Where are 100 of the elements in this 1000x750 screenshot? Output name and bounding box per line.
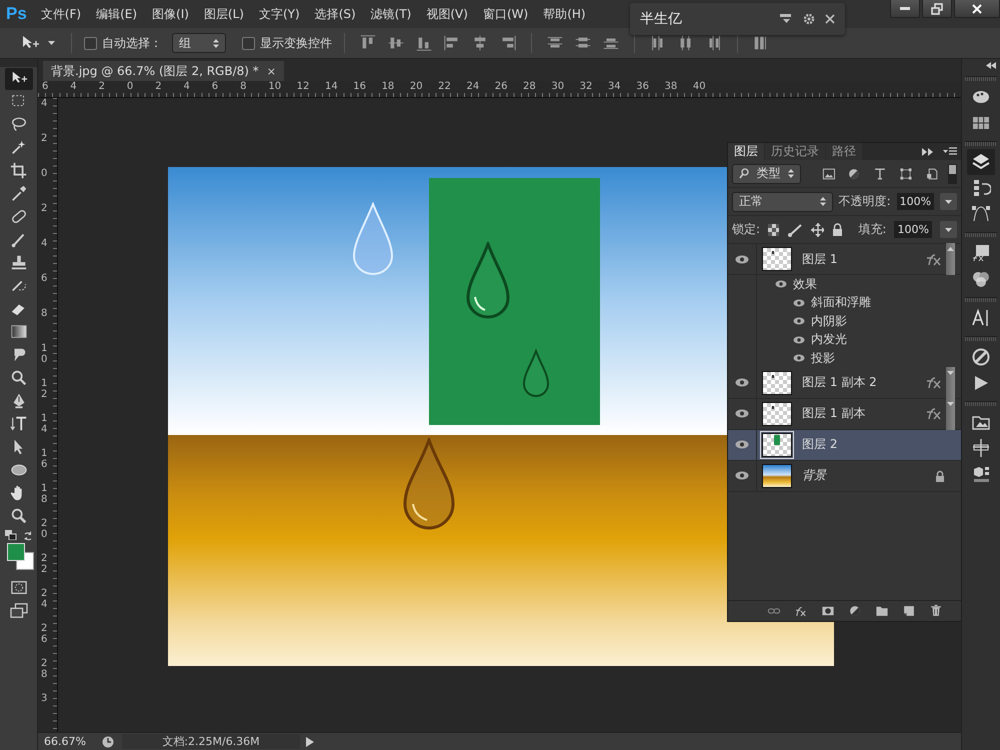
settings-icon[interactable] <box>803 13 815 25</box>
layer-thumbnail <box>762 247 792 271</box>
layer-row[interactable]: 图层 1 <box>728 244 961 275</box>
ruler-number: 4 <box>69 81 78 94</box>
fx-icon[interactable] <box>794 604 808 618</box>
crop-tool-icon <box>10 162 28 180</box>
filter-dropdown[interactable]: 类型 <box>732 164 801 184</box>
quick-mask-icon[interactable] <box>10 580 28 596</box>
effects-expand-toggle[interactable] <box>946 243 955 275</box>
search-icon <box>739 168 749 179</box>
eye-icon[interactable] <box>735 440 749 449</box>
close-icon[interactable] <box>825 14 835 24</box>
menu-item[interactable]: 选择(S) <box>314 6 356 22</box>
collapse-arrows-icon[interactable] <box>922 148 934 156</box>
menu-item[interactable]: 图层(L) <box>204 6 244 22</box>
screen-mode-icon[interactable] <box>10 603 28 619</box>
color-swatches-icon[interactable] <box>6 543 34 570</box>
layers-button[interactable] <box>967 149 995 175</box>
eye-icon[interactable] <box>793 317 805 326</box>
checkbox[interactable] <box>242 36 255 50</box>
ruler-number: 20 <box>408 81 424 94</box>
lock-label: 锁定: <box>732 221 760 238</box>
menu-item[interactable]: 文件(F) <box>40 6 82 22</box>
eye-icon[interactable] <box>793 336 805 344</box>
minimize-button[interactable] <box>890 0 920 18</box>
fill-dropdown-button[interactable] <box>940 221 957 238</box>
play-icon[interactable] <box>305 736 315 748</box>
menu-item[interactable]: 窗口(W) <box>482 6 528 22</box>
move-tool-button[interactable] <box>4 68 32 90</box>
menu-item[interactable]: 图像(I) <box>152 6 189 22</box>
brush-icon[interactable] <box>787 222 803 236</box>
eye-icon[interactable] <box>735 378 749 387</box>
eye-icon[interactable] <box>793 298 805 307</box>
document-size: 文档:2.25M/6.36M <box>122 734 300 749</box>
collapse-arrows-icon[interactable] <box>986 62 996 68</box>
effects-icon[interactable] <box>926 376 942 389</box>
shape-filter-icon[interactable] <box>899 166 914 180</box>
adjustment-filter-icon[interactable] <box>847 166 862 180</box>
up-down-arrows-icon <box>820 197 826 206</box>
panel-grip-icon[interactable] <box>0 59 37 67</box>
menu-item[interactable]: 编辑(E) <box>96 6 138 22</box>
effects-icon[interactable] <box>926 407 942 420</box>
panel-tab[interactable]: 历史记录 <box>765 143 825 160</box>
ruler-number: 8 <box>239 81 248 94</box>
move-arrows-icon[interactable] <box>810 222 824 236</box>
effects-expand-toggle[interactable] <box>946 398 955 430</box>
filter-toggle[interactable] <box>948 164 957 184</box>
trash-icon[interactable] <box>928 604 942 618</box>
image-filter-icon[interactable] <box>822 166 836 180</box>
caret-icon[interactable] <box>48 40 55 46</box>
effect-name: 内阴影 <box>811 312 847 330</box>
clock-icon[interactable] <box>102 736 114 748</box>
type-filter-icon[interactable] <box>873 166 888 180</box>
menu-item[interactable]: 视图(V) <box>426 6 468 22</box>
menu-item[interactable]: 滤镜(T) <box>370 6 412 22</box>
swap-arrows-icon[interactable] <box>22 530 34 541</box>
document-tab[interactable]: 背景.jpg @ 66.7% (图层 2, RGB/8) * × <box>43 61 284 81</box>
app-logo[interactable]: Ps <box>6 4 27 24</box>
eye-icon[interactable] <box>735 254 749 264</box>
layer-row[interactable]: 图层 1 副本 <box>728 398 961 430</box>
layer-row[interactable]: 图层 1 副本 2 <box>728 368 961 398</box>
opacity-field[interactable]: 100% <box>896 193 934 210</box>
new-layer-icon[interactable] <box>902 604 916 618</box>
blend-mode-dropdown[interactable]: 正常 <box>732 192 833 212</box>
effects-expand-toggle[interactable] <box>946 366 955 398</box>
lock-transparency-icon[interactable] <box>768 224 780 236</box>
layer-row[interactable]: 背景 <box>728 460 961 492</box>
timeline-icon <box>971 438 991 458</box>
default-colors-icon[interactable] <box>4 530 16 540</box>
fill-field[interactable]: 100% <box>894 221 932 238</box>
menu-item[interactable]: 帮助(H) <box>543 6 586 22</box>
eye-icon[interactable] <box>775 280 787 288</box>
ruler-number: 2 <box>41 203 48 216</box>
lock-icon[interactable] <box>832 223 842 236</box>
stamp-tool-icon <box>10 254 28 272</box>
panel-tab[interactable]: 图层 <box>728 143 764 160</box>
smart-object-filter-icon[interactable] <box>925 166 940 180</box>
panel-tab[interactable]: 路径 <box>826 143 862 160</box>
effects-icon[interactable] <box>926 252 942 266</box>
eye-icon[interactable] <box>793 354 805 362</box>
panel-menu-icon[interactable] <box>779 13 793 25</box>
ruler-number: 16 <box>352 81 367 94</box>
restore-button[interactable] <box>922 0 952 18</box>
opacity-dropdown-button[interactable] <box>940 193 957 210</box>
eye-icon[interactable] <box>735 471 749 480</box>
folder-icon[interactable] <box>874 604 888 618</box>
eye-icon[interactable] <box>735 409 749 418</box>
checkbox[interactable] <box>84 36 97 50</box>
water-drop <box>521 349 551 399</box>
adjustment-icon[interactable] <box>848 604 862 618</box>
auto-select-dropdown[interactable]: 组 <box>172 33 226 53</box>
layer-row[interactable]: 图层 2 <box>728 430 961 460</box>
close-button[interactable] <box>954 0 1000 18</box>
zoom-level[interactable]: 66.67% <box>38 735 94 748</box>
panel-menu-icon[interactable] <box>943 146 957 156</box>
ruler-number: 3 <box>41 693 48 706</box>
menu-item[interactable]: 文字(Y) <box>258 6 300 22</box>
tab-close-button[interactable]: × <box>266 64 276 78</box>
ruler-number: 40 <box>692 81 707 94</box>
mask-icon[interactable] <box>820 604 834 618</box>
